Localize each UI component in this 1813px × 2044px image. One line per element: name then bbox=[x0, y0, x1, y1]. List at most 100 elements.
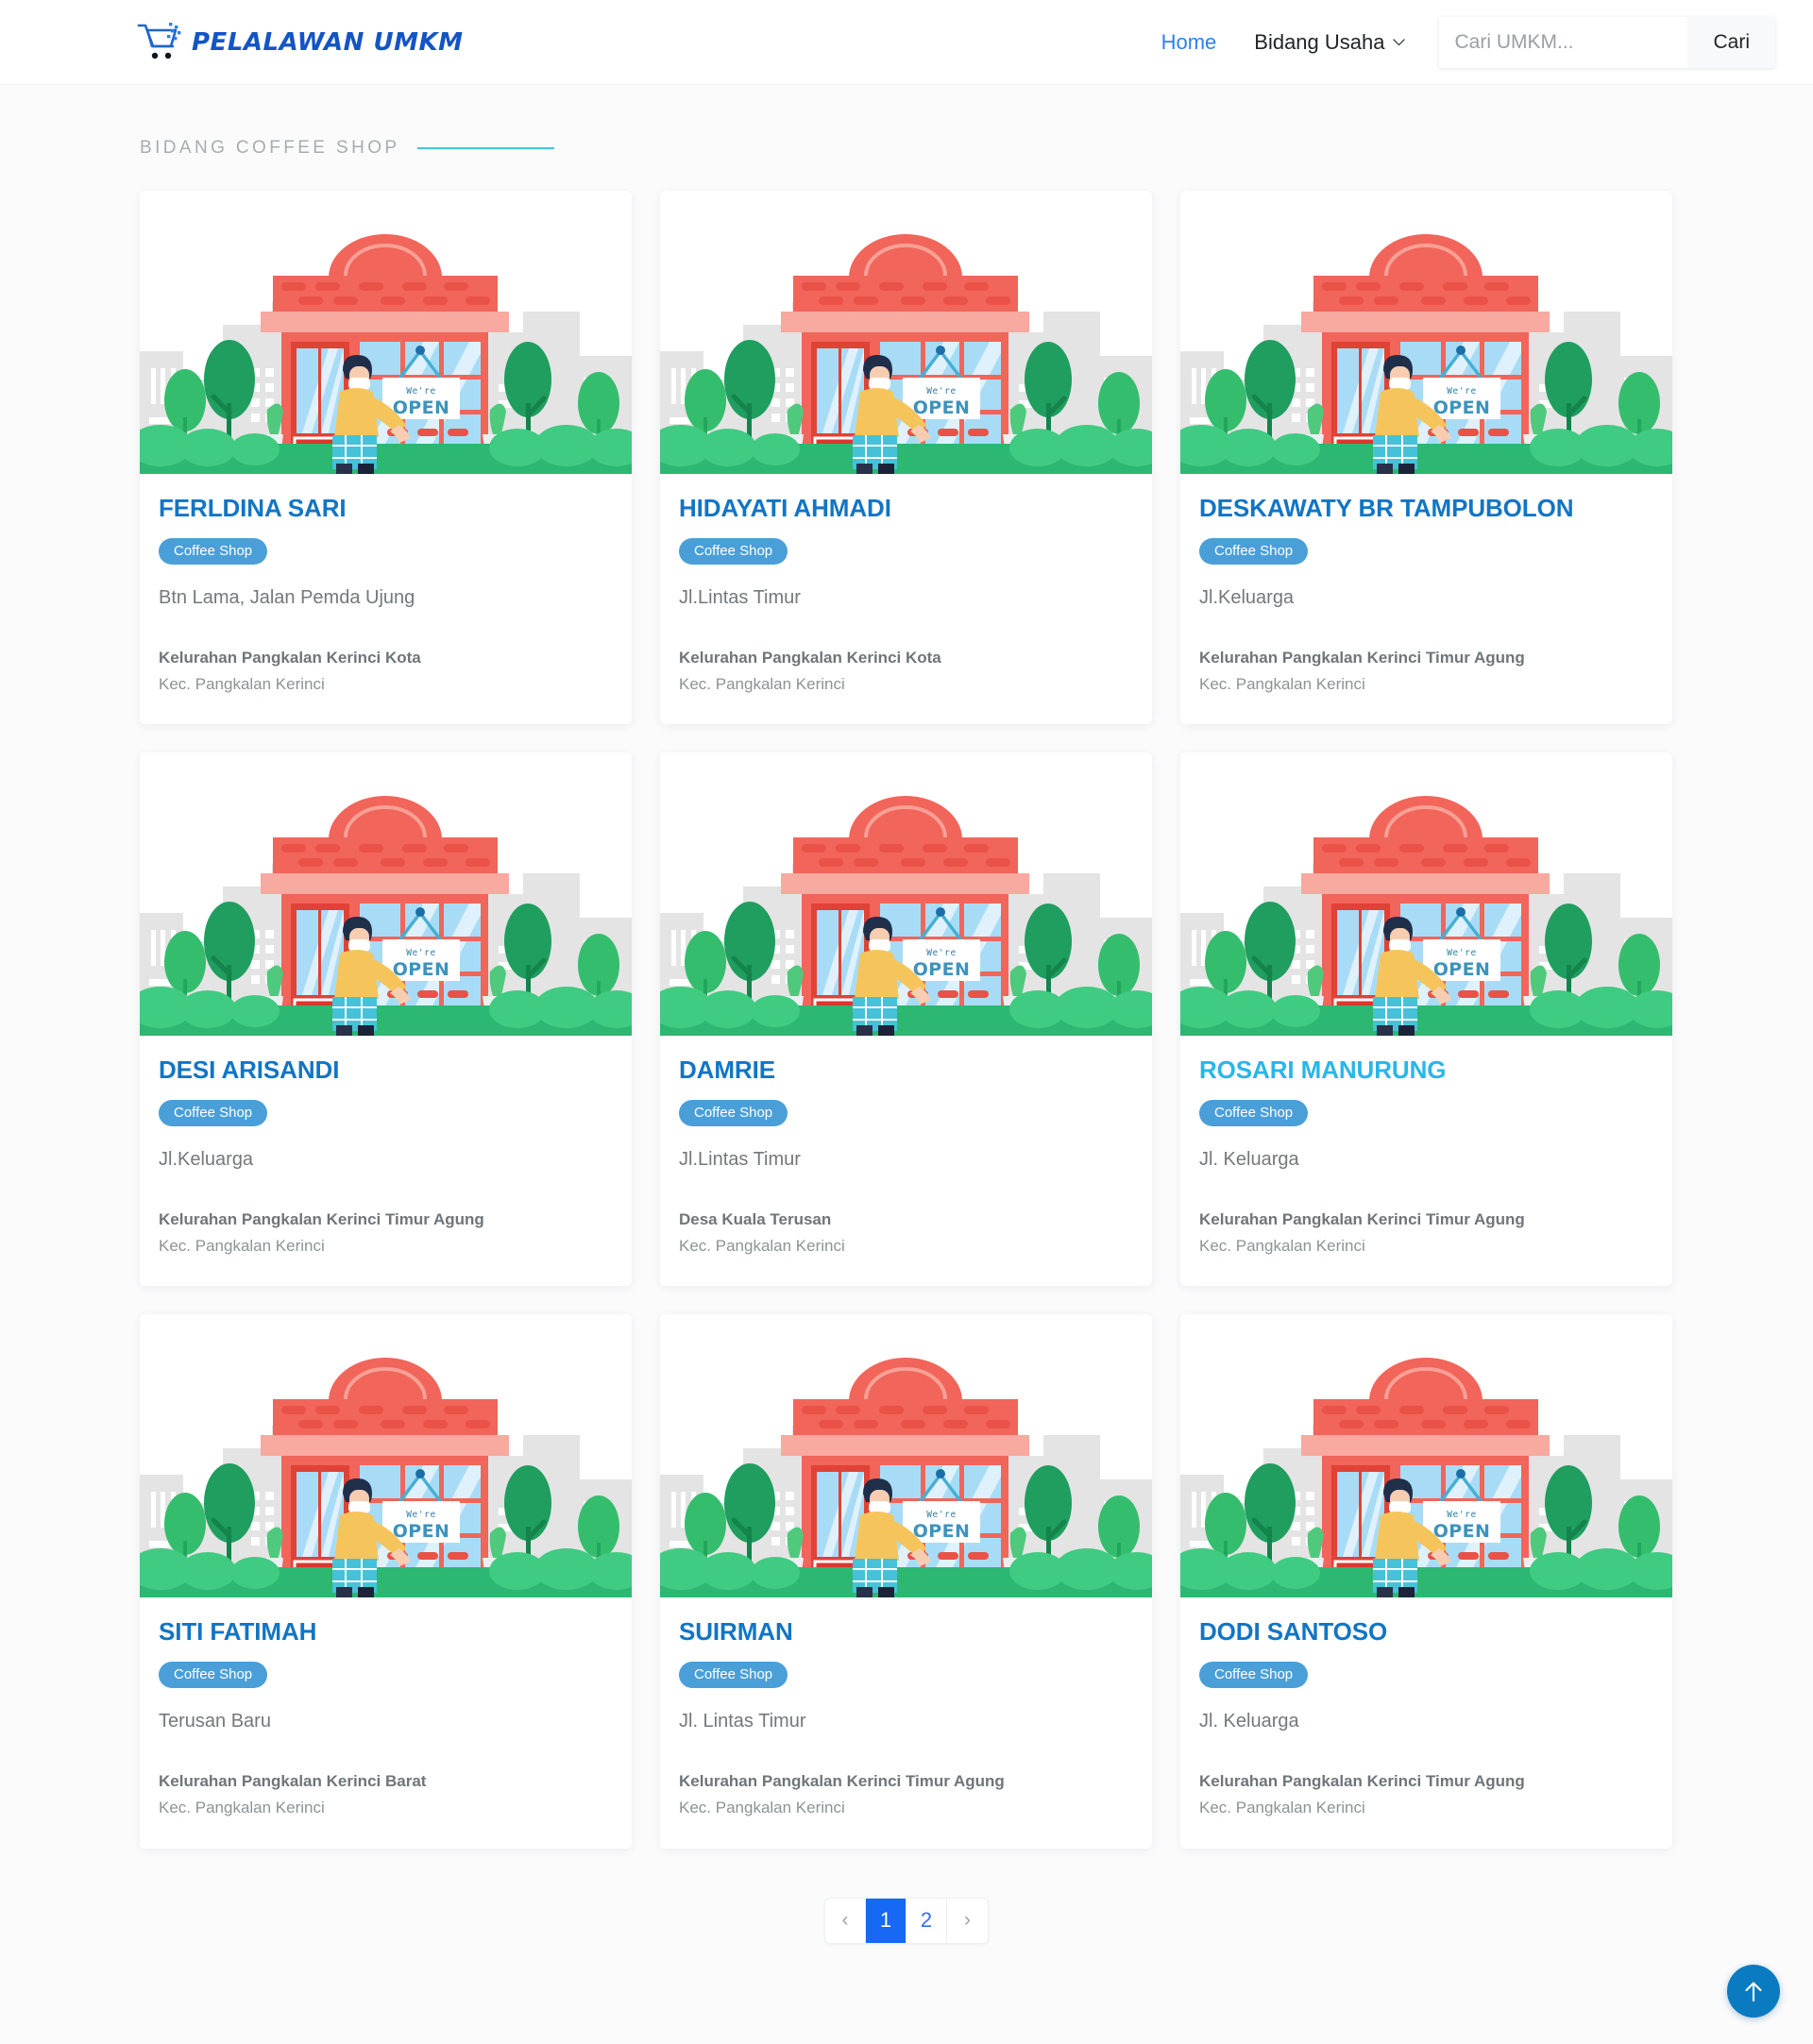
pagination-wrapper: ‹ 1 2 › bbox=[0, 1849, 1813, 2001]
umkm-card-title[interactable]: FERLDINA SARI bbox=[159, 494, 613, 523]
nav-item-bidang-usaha[interactable]: Bidang Usaha bbox=[1243, 30, 1428, 55]
umkm-card-kelurahan: Kelurahan Pangkalan Kerinci Timur Agung bbox=[679, 1772, 1005, 1791]
svg-text:OPEN: OPEN bbox=[1433, 959, 1491, 980]
svg-text:We're: We're bbox=[1447, 386, 1477, 397]
storefront-we-are-open-illustration: We're OPEN bbox=[140, 1314, 632, 1598]
pagination-prev[interactable]: ‹ bbox=[825, 1898, 866, 1943]
umkm-card-body: DODI SANTOSO Coffee Shop Jl. Keluarga Ke… bbox=[1180, 1597, 1672, 1848]
status-badge: Coffee Shop bbox=[679, 1662, 788, 1689]
umkm-card-title[interactable]: DAMRIE bbox=[679, 1056, 1133, 1085]
umkm-card-body: ROSARI MANURUNG Coffee Shop Jl. Keluarga… bbox=[1180, 1036, 1672, 1286]
storefront-we-are-open-illustration: We're OPEN bbox=[1180, 1314, 1672, 1598]
umkm-card-address: Jl.Lintas Timur bbox=[679, 1149, 801, 1171]
umkm-card-kecamatan: Kec. Pangkalan Kerinci bbox=[1199, 1798, 1365, 1816]
umkm-card-body: DESI ARISANDI Coffee Shop Jl.Keluarga Ke… bbox=[140, 1036, 632, 1286]
umkm-card-address: Jl.Lintas Timur bbox=[679, 586, 801, 608]
umkm-card-kecamatan: Kec. Pangkalan Kerinci bbox=[679, 1798, 845, 1816]
umkm-card-kelurahan: Kelurahan Pangkalan Kerinci Timur Agung bbox=[159, 1210, 484, 1229]
pagination-page-2[interactable]: 2 bbox=[906, 1898, 947, 1943]
svg-text:We're: We're bbox=[926, 948, 957, 958]
svg-text:OPEN: OPEN bbox=[1433, 1521, 1491, 1542]
page-title: BIDANG COFFEE SHOP bbox=[140, 138, 400, 158]
status-badge: Coffee Shop bbox=[679, 1100, 788, 1127]
umkm-card-address: Jl. Keluarga bbox=[1199, 1711, 1299, 1732]
umkm-card-kecamatan: Kec. Pangkalan Kerinci bbox=[679, 674, 845, 693]
pagination-next[interactable]: › bbox=[947, 1898, 988, 1943]
umkm-card-address: Jl.Keluarga bbox=[159, 1149, 254, 1171]
umkm-card[interactable]: We're OPEN bbox=[1180, 1314, 1672, 1849]
umkm-card-kecamatan: Kec. Pangkalan Kerinci bbox=[159, 1236, 325, 1255]
umkm-card-address: Jl.Keluarga bbox=[1199, 586, 1295, 608]
svg-text:We're: We're bbox=[1447, 1510, 1477, 1520]
pagination: ‹ 1 2 › bbox=[824, 1897, 989, 1944]
umkm-card[interactable]: We're OPEN bbox=[660, 752, 1152, 1287]
brand-name: PELALAWAN UMKM bbox=[192, 27, 464, 57]
arrow-up-icon bbox=[1743, 1980, 1764, 2002]
umkm-card-kecamatan: Kec. Pangkalan Kerinci bbox=[1199, 1236, 1365, 1255]
umkm-card-kelurahan: Kelurahan Pangkalan Kerinci Kota bbox=[159, 648, 421, 667]
umkm-card-kelurahan: Kelurahan Pangkalan Kerinci Barat bbox=[159, 1772, 427, 1791]
umkm-card-title[interactable]: DESKAWATY BR TAMPUBOLON bbox=[1199, 494, 1653, 523]
svg-text:We're: We're bbox=[926, 1510, 957, 1520]
chevron-down-icon bbox=[1393, 38, 1406, 46]
brand-logo-link[interactable]: PELALAWAN UMKM bbox=[137, 21, 463, 64]
status-badge: Coffee Shop bbox=[159, 537, 268, 565]
svg-text:We're: We're bbox=[406, 1510, 436, 1520]
section-divider bbox=[416, 147, 554, 149]
umkm-card-kecamatan: Kec. Pangkalan Kerinci bbox=[1199, 674, 1365, 693]
umkm-card-kelurahan: Kelurahan Pangkalan Kerinci Timur Agung bbox=[1199, 1210, 1525, 1229]
status-badge: Coffee Shop bbox=[1199, 537, 1309, 565]
search-submit-button[interactable]: Cari bbox=[1687, 16, 1775, 68]
umkm-card-address: Terusan Baru bbox=[159, 1711, 271, 1732]
umkm-card[interactable]: We're OPEN bbox=[1180, 191, 1672, 725]
nav-item-bidang-usaha-label: Bidang Usaha bbox=[1254, 29, 1385, 54]
status-badge: Coffee Shop bbox=[679, 537, 788, 565]
umkm-card-body: DESKAWATY BR TAMPUBOLON Coffee Shop Jl.K… bbox=[1180, 474, 1672, 724]
umkm-card-address: Jl. Lintas Timur bbox=[679, 1711, 806, 1732]
svg-text:OPEN: OPEN bbox=[393, 1521, 450, 1542]
svg-text:We're: We're bbox=[406, 948, 436, 958]
storefront-we-are-open-illustration: We're OPEN bbox=[660, 1314, 1152, 1598]
pagination-page-1[interactable]: 1 bbox=[866, 1898, 906, 1943]
svg-text:OPEN: OPEN bbox=[913, 1521, 971, 1542]
section-header: BIDANG COFFEE SHOP bbox=[0, 85, 1813, 159]
umkm-card-title[interactable]: ROSARI MANURUNG bbox=[1199, 1056, 1653, 1085]
svg-text:We're: We're bbox=[1447, 948, 1477, 958]
umkm-card[interactable]: We're OPEN bbox=[140, 191, 632, 725]
svg-text:We're: We're bbox=[926, 386, 957, 397]
storefront-we-are-open-illustration: We're OPEN bbox=[140, 752, 632, 1037]
svg-text:OPEN: OPEN bbox=[393, 397, 450, 418]
umkm-card-title[interactable]: DESI ARISANDI bbox=[159, 1056, 613, 1085]
umkm-card[interactable]: We're OPEN bbox=[140, 752, 632, 1287]
umkm-card[interactable]: We're OPEN bbox=[140, 1314, 632, 1849]
umkm-card-kelurahan: Desa Kuala Terusan bbox=[679, 1210, 832, 1229]
storefront-we-are-open-illustration: We're OPEN bbox=[140, 191, 632, 474]
umkm-card-kecamatan: Kec. Pangkalan Kerinci bbox=[159, 674, 325, 693]
storefront-we-are-open-illustration: We're OPEN bbox=[1180, 752, 1672, 1037]
umkm-card-body: SUIRMAN Coffee Shop Jl. Lintas Timur Kel… bbox=[660, 1597, 1152, 1848]
umkm-card[interactable]: We're OPEN bbox=[660, 1314, 1152, 1849]
storefront-we-are-open-illustration: We're OPEN bbox=[1180, 191, 1672, 474]
umkm-card-title[interactable]: HIDAYATI AHMADI bbox=[679, 494, 1133, 523]
umkm-card[interactable]: We're OPEN bbox=[1180, 752, 1672, 1287]
umkm-card-kecamatan: Kec. Pangkalan Kerinci bbox=[159, 1798, 325, 1816]
umkm-card-kelurahan: Kelurahan Pangkalan Kerinci Timur Agung bbox=[1199, 648, 1525, 667]
umkm-card-title[interactable]: DODI SANTOSO bbox=[1199, 1617, 1653, 1647]
svg-text:OPEN: OPEN bbox=[913, 959, 971, 980]
search-input[interactable] bbox=[1439, 16, 1688, 68]
storefront-we-are-open-illustration: We're OPEN bbox=[660, 752, 1152, 1037]
umkm-card-title[interactable]: SUIRMAN bbox=[679, 1617, 1133, 1647]
umkm-card[interactable]: We're OPEN bbox=[660, 191, 1152, 725]
umkm-card-address: Jl. Keluarga bbox=[1199, 1149, 1299, 1171]
shopping-cart-icon bbox=[137, 21, 186, 64]
scroll-to-top-button[interactable] bbox=[1727, 1965, 1780, 2018]
umkm-card-body: SITI FATIMAH Coffee Shop Terusan Baru Ke… bbox=[140, 1597, 632, 1848]
nav-item-home[interactable]: Home bbox=[1135, 31, 1244, 53]
site-header: PELALAWAN UMKM Home Bidang Usaha Cari bbox=[0, 0, 1813, 85]
status-badge: Coffee Shop bbox=[1199, 1662, 1309, 1689]
storefront-we-are-open-illustration: We're OPEN bbox=[660, 191, 1152, 474]
umkm-card-title[interactable]: SITI FATIMAH bbox=[159, 1617, 613, 1647]
umkm-card-kecamatan: Kec. Pangkalan Kerinci bbox=[679, 1236, 845, 1255]
umkm-card-address: Btn Lama, Jalan Pemda Ujung bbox=[159, 586, 415, 608]
status-badge: Coffee Shop bbox=[1199, 1100, 1309, 1127]
